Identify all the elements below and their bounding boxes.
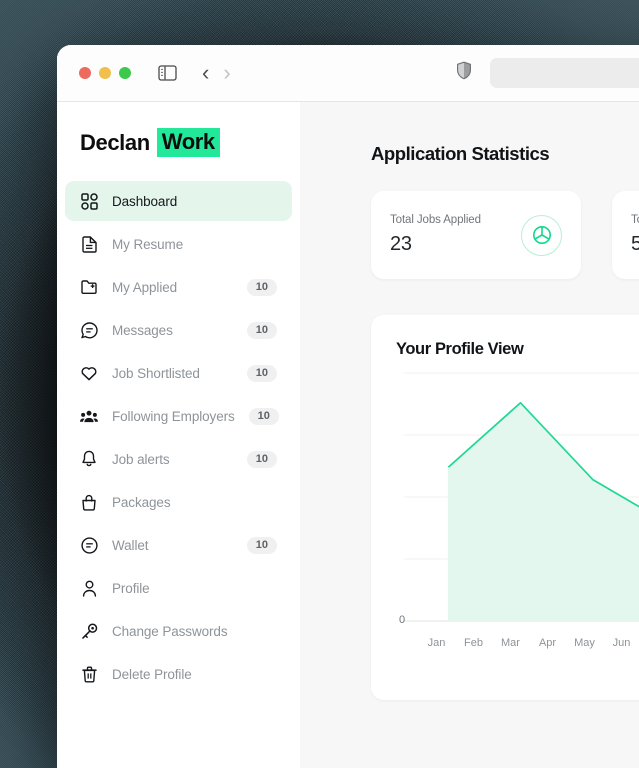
document-icon [80, 235, 98, 253]
sidebar-item-badge: 10 [246, 536, 277, 554]
logo-text-highlight: Work [156, 128, 220, 157]
sidebar-item-wallet[interactable]: Wallet 10 [65, 525, 292, 565]
logo-text-primary: Declan [80, 129, 150, 155]
maximize-button[interactable] [119, 67, 131, 79]
folder-add-icon [80, 278, 98, 296]
x-tick: Apr [538, 637, 557, 649]
sidebar-item-delete-profile[interactable]: Delete Profile [65, 654, 292, 694]
chart-area-fill [448, 402, 639, 621]
users-group-icon [80, 407, 98, 425]
sidebar-item-label: Following Employers [112, 408, 235, 424]
chart-title: Your Profile View [396, 340, 524, 358]
sidebar-item-job-shortlisted[interactable]: Job Shortlisted 10 [65, 353, 292, 393]
sidebar-item-label: Profile [112, 580, 150, 596]
navigation-controls: ‹ › [202, 62, 231, 84]
bell-icon [80, 450, 98, 468]
sidebar-item-label: Change Passwords [112, 623, 228, 639]
key-icon [80, 622, 98, 640]
app-body: Declan Work Dashboard My Resume My Appli… [57, 102, 639, 768]
stat-card-value: 23 [390, 233, 412, 255]
sidebar-item-label: My Applied [112, 279, 178, 295]
stat-card-total-secondary[interactable]: Total 5 [612, 191, 639, 279]
y-axis-tick-zero: 0 [399, 614, 406, 626]
sidebar-item-label: Job Shortlisted [112, 365, 200, 381]
stat-card-label: Total [631, 214, 639, 226]
message-icon [80, 321, 98, 339]
page-title: Application Statistics [371, 143, 550, 164]
sidebar-item-messages[interactable]: Messages 10 [65, 310, 292, 350]
toolbar-right-group [456, 45, 639, 101]
pie-chart-icon [521, 214, 562, 256]
stat-card-value: 5 [631, 233, 639, 255]
x-tick: Feb [464, 637, 483, 649]
browser-toolbar: ‹ › [57, 45, 639, 102]
sidebar-item-dashboard[interactable]: Dashboard [65, 181, 292, 221]
x-tick: May [574, 637, 595, 649]
profile-view-chart-card: Your Profile View 0 Jan Feb Mar Apr May … [371, 315, 639, 700]
sidebar-item-job-alerts[interactable]: Job alerts 10 [65, 439, 292, 479]
sidebar-item-change-passwords[interactable]: Change Passwords [65, 611, 292, 651]
minimize-button[interactable] [99, 67, 111, 79]
x-axis-ticks: Jan Feb Mar Apr May Jun [418, 637, 639, 649]
chevron-left-icon[interactable]: ‹ [202, 62, 209, 84]
close-button[interactable] [79, 67, 91, 79]
window-controls [79, 67, 131, 79]
wallet-icon [80, 536, 98, 554]
heart-icon [80, 364, 98, 382]
shield-privacy-icon[interactable] [456, 61, 472, 85]
stat-card-text: Total Jobs Applied 23 [390, 214, 481, 256]
sidebar-item-badge: 10 [246, 321, 277, 339]
sidebar-item-label: Delete Profile [112, 666, 192, 682]
sidebar-item-my-applied[interactable]: My Applied 10 [65, 267, 292, 307]
sidebar-item-label: Dashboard [112, 193, 178, 209]
sidebar-item-profile[interactable]: Profile [65, 568, 292, 608]
sidebar-item-badge: 10 [246, 450, 277, 468]
sidebar: Declan Work Dashboard My Resume My Appli… [57, 102, 300, 768]
user-icon [80, 579, 98, 597]
x-tick: Jan [427, 637, 446, 649]
stat-card-text: Total 5 [631, 214, 639, 256]
chevron-right-icon[interactable]: › [223, 62, 230, 84]
sidebar-item-badge: 10 [246, 278, 277, 296]
sidebar-item-label: Messages [112, 322, 173, 338]
sidebar-item-my-resume[interactable]: My Resume [65, 224, 292, 264]
sidebar-item-label: Job alerts [112, 451, 170, 467]
stat-card-total-jobs-applied[interactable]: Total Jobs Applied 23 [371, 191, 581, 279]
sidebar-item-label: Packages [112, 494, 171, 510]
sidebar-item-badge: 10 [248, 407, 279, 425]
stat-card-label: Total Jobs Applied [390, 214, 481, 226]
app-logo[interactable]: Declan Work [57, 128, 300, 157]
browser-window: ‹ › Declan Work Dashboard My Resume My A… [57, 45, 639, 768]
sidebar-nav: Dashboard My Resume My Applied 10 Messag… [57, 181, 300, 694]
trash-icon [80, 665, 98, 683]
stat-card-row: Total Jobs Applied 23 Total [371, 191, 639, 279]
main-content: Application Statistics Total Jobs Applie… [300, 102, 639, 768]
sidebar-item-badge: 10 [246, 364, 277, 382]
grid-icon [80, 192, 98, 210]
area-chart[interactable]: 0 Jan Feb Mar Apr May Jun Month [396, 367, 639, 657]
address-bar[interactable] [490, 58, 639, 88]
bag-icon [80, 493, 98, 511]
x-tick: Jun [612, 637, 631, 649]
sidebar-item-following-employers[interactable]: Following Employers 10 [65, 396, 292, 436]
sidebar-item-packages[interactable]: Packages [65, 482, 292, 522]
sidebar-toggle-icon[interactable] [158, 65, 177, 81]
sidebar-item-label: My Resume [112, 236, 184, 252]
sidebar-item-label: Wallet [112, 537, 149, 553]
x-tick: Mar [501, 637, 520, 649]
